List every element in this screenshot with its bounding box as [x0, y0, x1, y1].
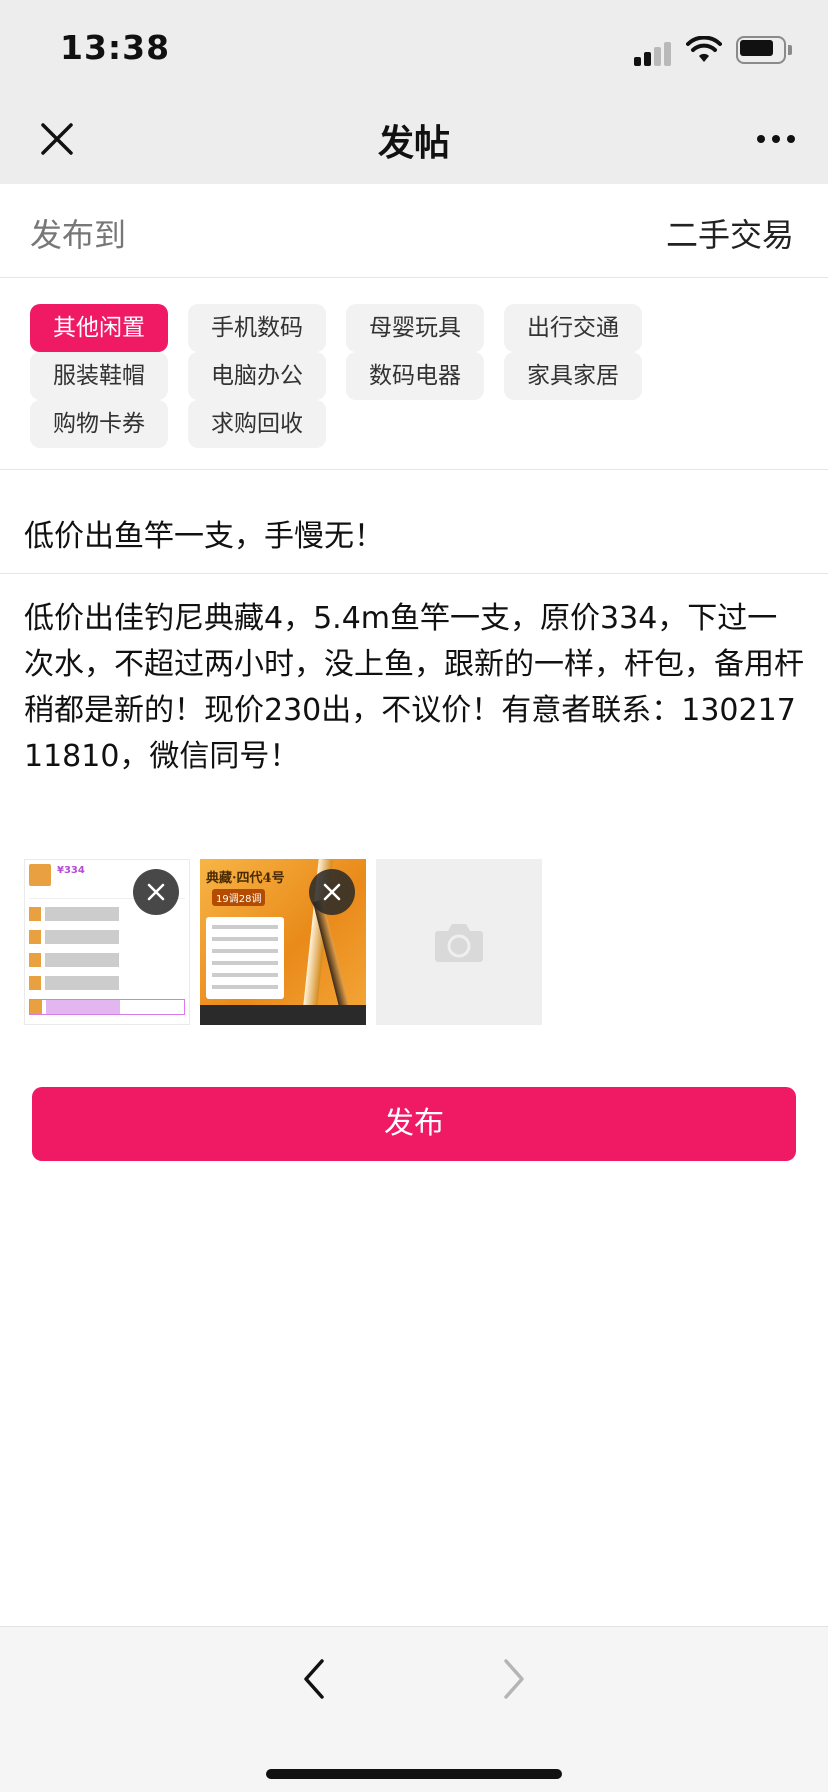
remove-image-2-button[interactable]	[309, 869, 355, 915]
thumb-2-spec-card	[206, 917, 284, 999]
publish-to-value[interactable]: 二手交易	[666, 210, 794, 256]
remove-image-icon	[323, 883, 341, 901]
category-chip-gift-cards[interactable]: 购物卡券	[30, 400, 168, 448]
category-chip-baby-toys[interactable]: 母婴玩具	[346, 304, 484, 352]
home-indicator	[266, 1769, 562, 1779]
thumb-2-subtitle: 19调28调	[212, 889, 266, 906]
thumb-2-title: 典藏·四代4号	[206, 871, 285, 886]
category-chip-clothing[interactable]: 服装鞋帽	[30, 352, 168, 400]
category-chip-electronics[interactable]: 数码电器	[346, 352, 484, 400]
nav-bar: 发帖	[0, 96, 828, 184]
back-arrow-icon[interactable]	[300, 1657, 328, 1701]
category-chip-computers[interactable]: 电脑办公	[188, 352, 326, 400]
thumb-1-header	[29, 864, 51, 886]
status-bar: 13:38	[0, 0, 828, 96]
category-chip-furniture[interactable]: 家具家居	[504, 352, 642, 400]
publish-button[interactable]: 发布	[32, 1087, 796, 1161]
more-icon[interactable]	[756, 132, 796, 146]
bottom-toolbar	[0, 1626, 828, 1792]
post-body-input[interactable]: 低价出佳钓尼典藏4，5.4m鱼竿一支，原价334，下过一次水，不超过两小时，没上…	[24, 596, 804, 780]
post-title-input[interactable]: 低价出鱼竿一支，手慢无！	[0, 471, 828, 574]
category-chip-wanted[interactable]: 求购回收	[188, 400, 326, 448]
publish-to-row[interactable]: 发布到 二手交易	[0, 184, 828, 278]
category-chip-phones[interactable]: 手机数码	[188, 304, 326, 352]
thumb-1-rows	[29, 898, 185, 1024]
add-image-button[interactable]	[376, 859, 542, 1025]
page-title: 发帖	[377, 123, 450, 164]
camera-icon	[435, 924, 483, 962]
remove-image-1-button[interactable]	[133, 869, 179, 915]
category-chip-transport[interactable]: 出行交通	[504, 304, 642, 352]
thumb-2-footer	[200, 1005, 366, 1025]
thumb-1-price: ¥334	[57, 865, 85, 876]
publish-to-label: 发布到	[30, 216, 127, 254]
category-chip-other[interactable]: 其他闲置	[30, 304, 168, 352]
remove-image-icon	[147, 883, 165, 901]
wifi-icon	[686, 36, 722, 62]
category-selector: 其他闲置 手机数码 母婴玩具 出行交通 服装鞋帽 电脑办公 数码电器 家具家居 …	[0, 278, 828, 470]
forward-arrow-icon[interactable]	[500, 1657, 528, 1701]
status-icons	[632, 34, 792, 66]
battery-icon	[736, 36, 792, 64]
status-time: 13:38	[60, 28, 171, 67]
signal-icon	[634, 40, 674, 66]
